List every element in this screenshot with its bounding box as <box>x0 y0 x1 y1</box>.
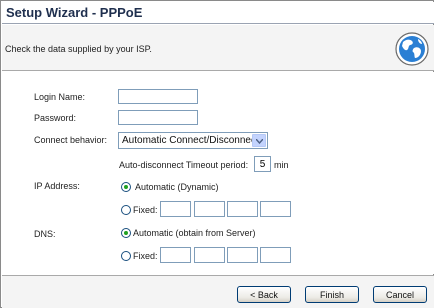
ip-octet-3-input[interactable] <box>227 201 258 217</box>
form-area: Login Name: Password: Connect behavior: … <box>2 72 434 274</box>
connect-behavior-label: Connect behavior: <box>34 135 108 145</box>
title-bar: Setup Wizard - PPPoE <box>2 2 434 24</box>
timeout-label: Auto-disconnect Timeout period: <box>119 160 249 170</box>
button-bar: < Back Finish Cancel <box>2 275 434 308</box>
ip-address-label: IP Address: <box>34 181 80 191</box>
dns-automatic-radio[interactable] <box>121 228 131 238</box>
dns-octet-2-input[interactable] <box>194 247 225 263</box>
ip-automatic-radio[interactable] <box>121 182 131 192</box>
dns-octet-3-input[interactable] <box>227 247 258 263</box>
dns-automatic-label: Automatic (obtain from Server) <box>133 228 256 238</box>
timeout-input[interactable] <box>254 156 271 172</box>
cancel-button[interactable]: Cancel <box>373 286 427 303</box>
password-input[interactable] <box>118 110 198 125</box>
instructions-text: Check the data supplied by your ISP. <box>5 44 152 54</box>
password-label: Password: <box>34 113 77 123</box>
login-name-input[interactable] <box>118 89 198 104</box>
dns-fixed-radio[interactable] <box>121 251 131 261</box>
finish-button[interactable]: Finish <box>305 286 359 303</box>
dns-fixed-label: Fixed: <box>133 251 158 261</box>
wizard-window: Setup Wizard - PPPoE Check the data supp… <box>0 0 434 308</box>
connect-behavior-select[interactable]: Automatic Connect/Disconnect <box>118 132 268 149</box>
chevron-down-icon[interactable] <box>252 134 266 147</box>
ip-octet-1-input[interactable] <box>160 201 191 217</box>
ip-octet-2-input[interactable] <box>194 201 225 217</box>
dns-octet-4-input[interactable] <box>260 247 291 263</box>
ip-fixed-radio[interactable] <box>121 205 131 215</box>
header-band: Check the data supplied by your ISP. <box>2 25 434 71</box>
connect-behavior-value: Automatic Connect/Disconnect <box>122 135 259 146</box>
page-title: Setup Wizard - PPPoE <box>6 5 143 20</box>
login-name-label: Login Name: <box>34 92 86 102</box>
ip-automatic-label: Automatic (Dynamic) <box>135 182 219 192</box>
ip-fixed-label: Fixed: <box>133 205 158 215</box>
ip-octet-4-input[interactable] <box>260 201 291 217</box>
back-button[interactable]: < Back <box>237 286 291 303</box>
dns-octet-1-input[interactable] <box>160 247 191 263</box>
dns-label: DNS: <box>34 229 56 239</box>
globe-icon <box>394 31 430 67</box>
timeout-unit: min <box>274 160 289 170</box>
